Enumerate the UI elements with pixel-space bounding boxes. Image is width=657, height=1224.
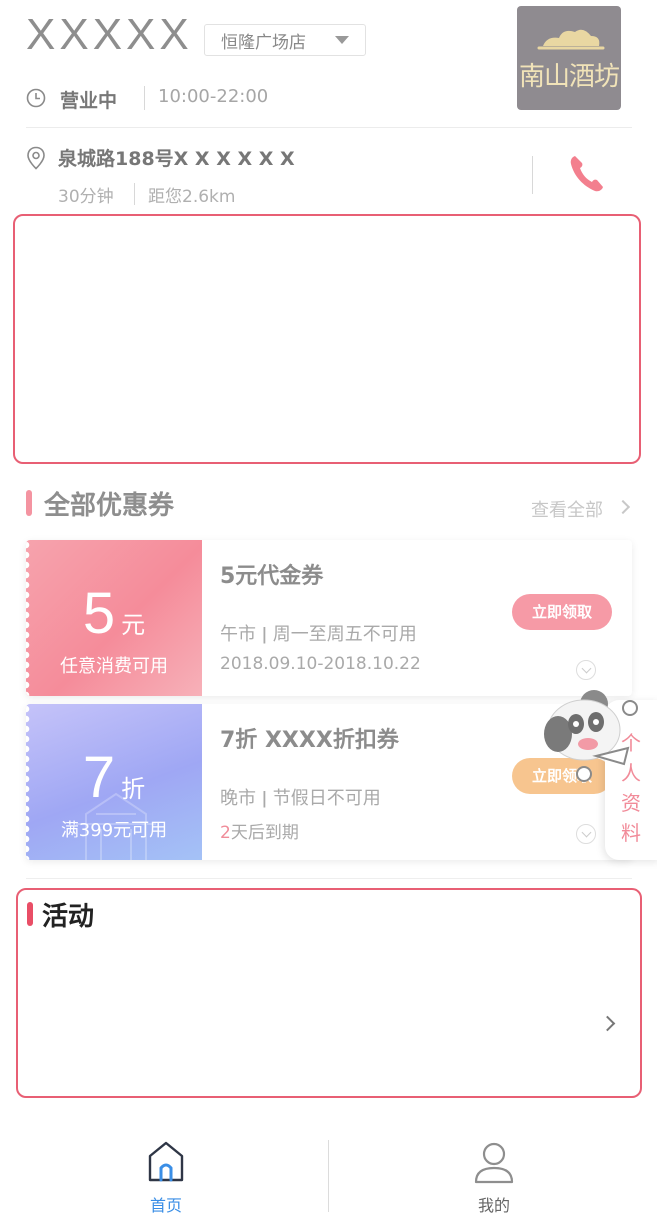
coupon-condition: 任意消费可用 <box>60 656 168 677</box>
panda-mascot-icon[interactable] <box>538 686 638 782</box>
divider <box>26 127 632 128</box>
distance: 距您2.6km <box>148 187 236 207</box>
logo-text: 南山酒坊 <box>518 62 620 92</box>
store-logo: 南山酒坊 <box>517 6 621 110</box>
tab-home[interactable]: 首页 <box>106 1140 226 1216</box>
claim-button[interactable]: 立即领取 <box>512 594 612 630</box>
phone-icon[interactable] <box>566 152 606 196</box>
travel-duration: 30分钟 <box>58 187 114 207</box>
view-all-link[interactable]: 查看全部 <box>531 496 603 522</box>
coupon-title: 7折 XXXX折扣券 <box>220 728 399 753</box>
chevron-right-icon[interactable] <box>599 1015 616 1032</box>
coupon-title: 5元代金券 <box>220 564 324 589</box>
divider <box>134 183 135 205</box>
caret-down-icon <box>335 36 349 44</box>
coupon-stub: 7折 满399元可用 <box>26 704 202 860</box>
store-name: XXXXX <box>26 10 193 59</box>
coupon-amount: 5元 <box>82 581 146 646</box>
business-status: 营业中 <box>60 90 118 112</box>
coupon-rule: 午市 ǀ 周一至周五不可用 <box>220 624 417 645</box>
tab-mine-label: 我的 <box>477 1196 510 1215</box>
divider <box>144 86 145 110</box>
coupon-amount: 7折 <box>82 745 146 810</box>
business-hours: 10:00-22:00 <box>158 86 269 107</box>
coupon-stub: 5元 任意消费可用 <box>26 540 202 696</box>
store-address[interactable]: 泉城路188号X X X X X X <box>58 144 295 171</box>
activity-title: 活动 <box>42 902 95 932</box>
tab-home-label: 首页 <box>149 1196 182 1215</box>
divider <box>328 1140 329 1212</box>
branch-selector[interactable]: 恒隆广场店 <box>204 24 366 56</box>
tab-mine[interactable]: 我的 <box>434 1140 554 1216</box>
section-marker <box>27 902 33 926</box>
home-icon <box>148 1141 184 1182</box>
coupons-section-title: 全部优惠券 <box>44 491 175 521</box>
coupon-rule: 晚市 ǀ 节假日不可用 <box>220 788 381 809</box>
expand-chevron-icon[interactable] <box>576 660 596 680</box>
coupon-card: 5元 任意消费可用 5元代金券 午市 ǀ 周一至周五不可用 2018.09.10… <box>26 540 632 696</box>
location-pin-icon <box>27 146 45 170</box>
divider <box>532 156 533 194</box>
coupon-validity: 2天后到期 <box>220 823 299 843</box>
divider <box>26 878 632 879</box>
banner-area[interactable] <box>13 214 641 464</box>
branch-label: 恒隆广场店 <box>221 32 306 53</box>
clock-icon <box>26 88 46 108</box>
user-icon <box>474 1142 514 1184</box>
expand-chevron-icon[interactable] <box>576 824 596 844</box>
section-marker <box>26 490 32 516</box>
coupon-validity: 2018.09.10-2018.10.22 <box>220 654 421 674</box>
coupon-condition: 满399元可用 <box>60 820 168 841</box>
chevron-right-icon[interactable] <box>615 499 631 515</box>
activity-section[interactable]: 活动 <box>16 888 642 1098</box>
